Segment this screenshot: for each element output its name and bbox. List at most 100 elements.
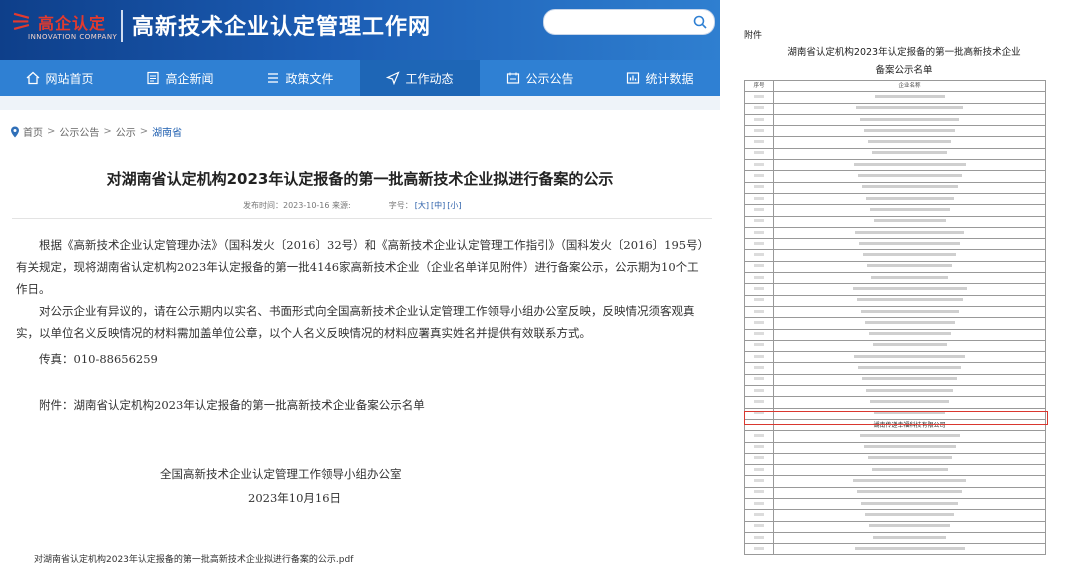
paragraph: 对公示企业有异议的，请在公示期内以实名、书面形式向全国高新技术企业认定管理工作领… <box>16 304 695 340</box>
blurred-text <box>861 185 958 189</box>
breadcrumb-publicity[interactable]: 公示 <box>116 124 136 139</box>
table-row <box>744 396 1046 409</box>
nav-label: 公示公告 <box>525 71 574 86</box>
blurred-text <box>754 445 764 449</box>
blurred-text <box>869 207 950 211</box>
blurred-text <box>754 433 764 437</box>
blurred-text <box>754 196 764 200</box>
table-row <box>744 113 1046 127</box>
table-row <box>744 272 1046 285</box>
blurred-text <box>853 162 966 166</box>
table-row <box>744 102 1046 115</box>
nav-item-news[interactable]: 高企新闻 <box>120 60 240 96</box>
blurred-text <box>871 467 948 471</box>
row-number-cell <box>744 192 774 206</box>
row-number-cell <box>744 147 774 161</box>
nav-item-statistics[interactable]: 统计数据 <box>600 60 720 96</box>
breadcrumb-current[interactable]: 湖南省 <box>152 124 182 139</box>
row-number-cell <box>744 452 774 466</box>
search-icon[interactable] <box>692 14 708 30</box>
company-name-cell <box>773 113 1046 127</box>
blurred-text <box>860 117 959 121</box>
row-number-cell <box>744 249 774 262</box>
nav-item-notices[interactable]: 公示公告 <box>480 60 600 96</box>
blurred-text <box>872 343 947 347</box>
breadcrumb-home[interactable]: 首页 <box>23 124 43 139</box>
blurred-text <box>754 286 764 290</box>
document-icon <box>268 73 279 83</box>
blurred-text <box>872 151 947 155</box>
blurred-text <box>863 445 956 449</box>
blurred-text <box>754 377 764 381</box>
nav-item-home[interactable]: 网站首页 <box>0 60 120 96</box>
nav-item-work-updates[interactable]: 工作动态 <box>360 60 480 96</box>
blurred-text <box>754 309 764 313</box>
row-number-cell <box>744 260 774 274</box>
blurred-text <box>873 535 946 539</box>
row-number-cell <box>744 272 774 285</box>
table-row <box>744 260 1046 274</box>
company-name-cell <box>773 125 1046 138</box>
blurred-text <box>754 219 764 223</box>
attachment-line: 附件：湖南省认定机构2023年认定报备的第一批高新技术企业备案公示名单 <box>39 398 425 412</box>
table-row <box>744 136 1046 149</box>
table-row <box>744 441 1046 454</box>
blurred-text <box>754 479 764 483</box>
blurred-text <box>864 128 955 132</box>
blurred-text <box>754 275 764 279</box>
company-name-cell <box>773 430 1046 443</box>
table-row <box>744 543 1046 556</box>
table-row <box>744 486 1046 499</box>
company-name-cell <box>773 407 1046 420</box>
company-name-cell <box>773 441 1046 454</box>
company-name-cell <box>773 339 1046 353</box>
blurred-text <box>873 219 946 223</box>
attachment-title: 湖南省认定机构2023年认定报备的第一批高新技术企业 备案公示名单 <box>744 44 1064 80</box>
blurred-text <box>860 309 959 313</box>
blurred-text <box>852 286 967 290</box>
breadcrumb-notices[interactable]: 公示公告 <box>59 124 99 139</box>
attachment-preview: 附件 湖南省认定机构2023年认定报备的第一批高新技术企业 备案公示名单 序号 … <box>730 0 1080 569</box>
table-row <box>744 204 1046 217</box>
table-row <box>744 305 1046 319</box>
table-row <box>744 147 1046 161</box>
blurred-text <box>754 264 764 268</box>
font-size-large-button[interactable]: [大] <box>415 200 429 211</box>
web-page: ⚞ 高企认定 INNOVATION COMPANY 高新技术企业认定管理工作网 … <box>0 0 720 569</box>
company-name-cell <box>773 396 1046 409</box>
table-row <box>744 464 1046 477</box>
blurred-text <box>754 185 764 189</box>
home-icon <box>27 71 40 85</box>
blurred-text <box>754 128 764 132</box>
row-number-cell <box>744 543 774 556</box>
row-number-cell <box>744 91 774 104</box>
article-body: 根据《高新技术企业认定管理办法》（国科发火〔2016〕32号）和《高新技术企业认… <box>16 234 706 416</box>
font-size-medium-button[interactable]: [中] <box>431 200 445 211</box>
blurred-text <box>754 512 764 516</box>
blurred-text <box>754 501 764 505</box>
pdf-attachment-link[interactable]: 对湖南省认定机构2023年认定报备的第一批高新技术企业拟进行备案的公示.pdf <box>34 552 353 565</box>
company-name-cell <box>773 147 1046 161</box>
site-logo[interactable]: ⚞ 高企认定 INNOVATION COMPANY <box>6 6 118 50</box>
blurred-text <box>856 106 963 110</box>
font-size-small-button[interactable]: [小] <box>447 200 461 211</box>
company-name-cell <box>773 204 1046 217</box>
row-number-cell <box>744 385 774 398</box>
blurred-text <box>862 377 957 381</box>
company-name-cell <box>773 226 1046 240</box>
company-name-cell <box>773 272 1046 285</box>
blurred-text <box>754 320 764 324</box>
breadcrumb-separator: > <box>103 126 112 137</box>
blurred-text <box>869 524 950 528</box>
search-box[interactable] <box>543 9 715 35</box>
row-number-cell <box>744 497 774 511</box>
table-row <box>744 520 1046 533</box>
blurred-text <box>754 546 764 550</box>
nav-item-policy[interactable]: 政策文件 <box>240 60 360 96</box>
breadcrumb-separator: > <box>139 126 149 137</box>
search-input[interactable] <box>554 10 698 34</box>
blurred-text <box>754 253 764 257</box>
nav-label: 网站首页 <box>45 71 94 86</box>
table-row <box>744 249 1046 262</box>
company-name-cell <box>773 328 1046 341</box>
